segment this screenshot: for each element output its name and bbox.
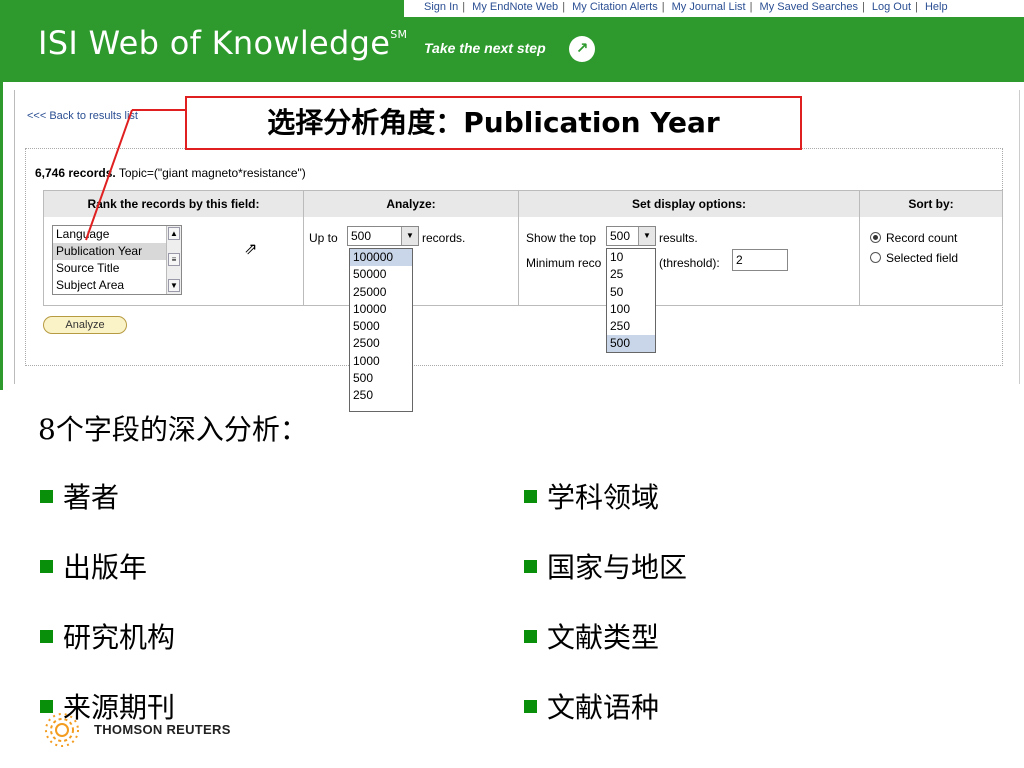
bullet-text: 国家与地区 bbox=[547, 551, 688, 584]
bullet-item: 著者 bbox=[40, 476, 119, 516]
thomson-reuters-logo-icon bbox=[45, 713, 79, 747]
bullet-text: 学科领域 bbox=[547, 481, 660, 514]
square-bullet-icon bbox=[40, 560, 53, 573]
square-bullet-icon bbox=[524, 560, 537, 573]
square-bullet-icon bbox=[40, 490, 53, 503]
bullet-item: 文献类型 bbox=[524, 616, 659, 656]
bullet-item: 研究机构 bbox=[40, 616, 175, 656]
bullet-item: 国家与地区 bbox=[524, 546, 687, 586]
square-bullet-icon bbox=[524, 490, 537, 503]
callout-box: 选择分析角度：Publication Year bbox=[185, 96, 802, 150]
bullet-text: 著者 bbox=[63, 481, 120, 514]
slide-heading: 8个字段的深入分析： bbox=[38, 413, 308, 446]
square-bullet-icon bbox=[40, 630, 53, 643]
footer-logo-text: THOMSON REUTERS bbox=[94, 722, 231, 737]
bullet-item: 学科领域 bbox=[524, 476, 659, 516]
bullet-text: 出版年 bbox=[63, 551, 148, 584]
bullet-item: 文献语种 bbox=[524, 686, 659, 726]
square-bullet-icon bbox=[524, 630, 537, 643]
bullet-text: 文献语种 bbox=[547, 691, 660, 724]
bullet-text: 文献类型 bbox=[547, 621, 660, 654]
square-bullet-icon bbox=[524, 700, 537, 713]
bullet-item: 出版年 bbox=[40, 546, 147, 586]
bullet-text: 研究机构 bbox=[63, 621, 176, 654]
